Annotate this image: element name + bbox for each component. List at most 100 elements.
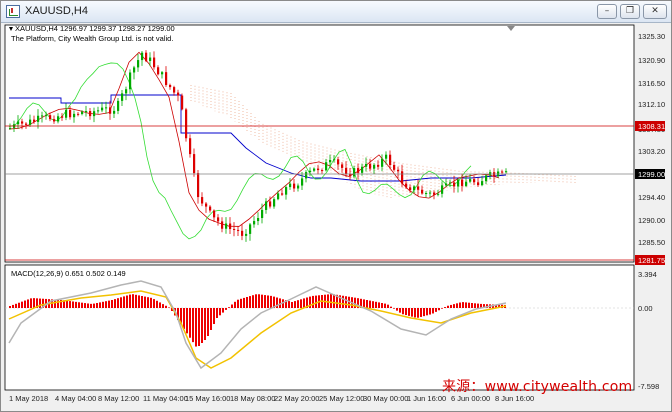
macd-bar xyxy=(414,308,416,318)
date-tick: 11 May 04:00 xyxy=(143,394,188,403)
candle-body xyxy=(501,171,504,173)
macd-bar xyxy=(153,299,155,308)
macd-bar xyxy=(387,304,389,308)
candle-body xyxy=(317,168,320,171)
macd-bar xyxy=(225,308,227,310)
macd-tick: 3.394 xyxy=(638,270,657,279)
candle-body xyxy=(69,109,72,118)
price-tick: 1316.50 xyxy=(638,79,665,88)
title-bar[interactable]: XAUUSD,H4 – ❐ ✕ xyxy=(1,1,671,23)
macd-bar xyxy=(81,302,83,308)
candle-body xyxy=(85,111,88,113)
candle-body xyxy=(265,201,268,210)
candle-body xyxy=(157,67,160,75)
macd-bar xyxy=(249,296,251,308)
candle-body xyxy=(49,115,52,120)
minimize-button[interactable]: – xyxy=(597,4,617,19)
candle-body xyxy=(137,60,140,68)
candle-body xyxy=(477,182,480,186)
candle-body xyxy=(373,164,376,169)
macd-bar xyxy=(315,295,317,308)
candle-body xyxy=(445,183,448,186)
macd-bar xyxy=(24,300,26,308)
candle-body xyxy=(413,186,416,191)
candle-body xyxy=(141,52,144,61)
candle-body xyxy=(269,201,272,207)
macd-bar xyxy=(111,300,113,308)
candle-body xyxy=(353,168,356,177)
macd-panel[interactable] xyxy=(4,264,635,391)
date-tick: 4 May 04:00 xyxy=(55,394,96,403)
candle-body xyxy=(217,217,220,222)
macd-bar xyxy=(15,303,17,308)
macd-bar xyxy=(300,299,302,308)
candle-body xyxy=(389,154,392,166)
candle-body xyxy=(113,110,116,114)
candle-body xyxy=(9,127,12,129)
candle-body xyxy=(245,233,248,236)
candle-body xyxy=(25,123,28,125)
candle-body xyxy=(377,164,380,167)
close-button[interactable]: ✕ xyxy=(643,4,667,19)
macd-bar xyxy=(195,308,197,347)
candle-body xyxy=(149,57,152,61)
price-panel[interactable] xyxy=(4,24,635,263)
macd-bar xyxy=(330,294,332,308)
macd-bar xyxy=(393,308,395,309)
macd-tick: -7.598 xyxy=(638,382,659,391)
macd-bar xyxy=(159,302,161,308)
macd-tick: 0.00 xyxy=(638,304,653,313)
macd-bar xyxy=(345,296,347,308)
candle-body xyxy=(73,113,76,118)
macd-bar xyxy=(219,308,221,316)
candle-body xyxy=(33,119,36,122)
macd-bar xyxy=(138,295,140,308)
macd-bar xyxy=(75,301,77,308)
macd-bar xyxy=(147,297,149,308)
restore-button[interactable]: ❐ xyxy=(620,4,640,19)
macd-bar xyxy=(93,303,95,308)
macd-bar xyxy=(114,299,116,308)
macd-bar xyxy=(102,301,104,308)
candle-body xyxy=(273,199,276,207)
date-tick: 22 May 20:00 xyxy=(274,394,319,403)
candle-body xyxy=(237,229,240,231)
candle-body xyxy=(341,164,344,168)
candle-body xyxy=(185,109,188,139)
macd-bar xyxy=(231,304,233,308)
macd-bar xyxy=(246,297,248,308)
macd-bar xyxy=(471,303,473,308)
upper-level-label: 1308.31 xyxy=(638,122,665,131)
candle-body xyxy=(421,189,424,194)
macd-bar xyxy=(9,306,11,308)
candle-body xyxy=(129,72,132,90)
macd-bar xyxy=(27,299,29,308)
macd-bar xyxy=(156,300,158,308)
macd-bar xyxy=(18,302,20,308)
candle-body xyxy=(281,193,284,195)
macd-bar xyxy=(120,297,122,308)
candle-body xyxy=(441,185,444,194)
macd-bar xyxy=(78,302,80,308)
macd-bar xyxy=(126,295,128,308)
macd-bar xyxy=(342,295,344,308)
macd-bar xyxy=(366,300,368,308)
candle-body xyxy=(285,187,288,195)
macd-bar xyxy=(84,303,86,308)
candle-body xyxy=(305,172,308,179)
macd-bar xyxy=(441,308,443,309)
platform-notice: The Platform, City Wealth Group Ltd. is … xyxy=(11,34,173,43)
macd-label: MACD(12,26,9) 0.651 0.502 0.149 xyxy=(11,269,126,278)
macd-bar xyxy=(57,299,59,308)
candle-body xyxy=(45,115,48,117)
macd-bar xyxy=(87,303,89,308)
candle-body xyxy=(325,162,328,171)
chart-area[interactable]: XAUUSD,H4 1296.97 1299.37 1298.27 1299.0… xyxy=(1,23,671,411)
candle-body xyxy=(57,116,60,122)
date-tick: 18 May 08:00 xyxy=(230,394,275,403)
window-controls: – ❐ ✕ xyxy=(597,4,667,19)
candle-body xyxy=(481,181,484,186)
macd-bar xyxy=(462,302,464,308)
macd-bar xyxy=(222,308,224,313)
candle-body xyxy=(465,181,468,186)
